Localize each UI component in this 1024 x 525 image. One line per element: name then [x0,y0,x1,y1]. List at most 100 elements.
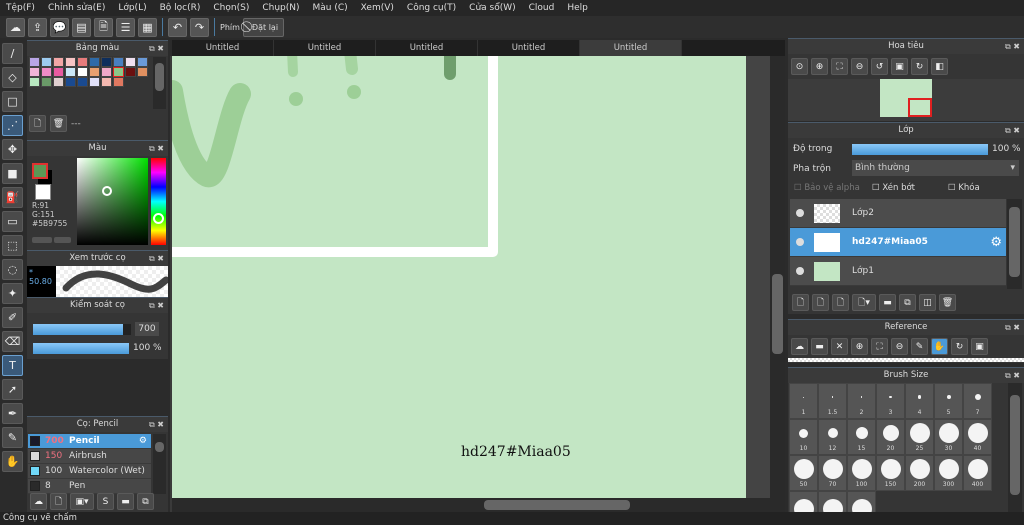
layer-row[interactable]: Lớp1 [790,257,1006,286]
palette-swatch[interactable] [29,67,40,77]
panel-controls[interactable]: ⧉ ✖ [1005,39,1020,54]
palette-swatch[interactable] [53,67,64,77]
menu-item[interactable]: Xem(V) [361,3,394,13]
palette-swatch[interactable] [137,57,148,67]
panel-controls[interactable]: ⧉ ✖ [149,141,164,156]
palette-swatch[interactable] [101,67,112,77]
brush-list-item[interactable]: 150 Airbrush [28,449,151,464]
brush-size-cell[interactable]: 200 [905,455,934,491]
zoom-in-icon[interactable]: ⊕ [811,58,828,75]
menu-item[interactable]: Lớp(L) [118,3,146,13]
color-search-button[interactable] [54,237,71,243]
brush-list-item[interactable]: 700 Pencil ⚙ [28,434,151,449]
lasso-tool[interactable]: ◌ [2,259,23,280]
pen-tool[interactable]: ✒ [2,403,23,424]
brush-script-button[interactable]: S [97,493,114,510]
layer-row[interactable]: hd247#Miaa05 ⚙ [790,228,1006,257]
gradient-tool[interactable]: ▭ [2,211,23,232]
visibility-icon[interactable] [796,209,804,217]
panel-controls[interactable]: ⧉ ✖ [1005,368,1020,383]
text-tool[interactable]: T [2,355,23,376]
menu-item[interactable]: Help [567,3,588,13]
new-palette-button[interactable]: 🗋 [29,115,46,132]
brush-tool[interactable]: ∕ [2,43,23,64]
select-eraser-tool[interactable]: ⌫ [2,331,23,352]
palette-swatch[interactable] [113,67,124,77]
delete-layer-button[interactable]: 🗑 [939,294,956,311]
rotate-reset-icon[interactable]: ▣ [891,58,908,75]
blend-mode-select[interactable]: Bình thường ▾ [852,160,1019,176]
palette-swatch[interactable] [77,77,88,87]
menu-item[interactable]: Chụp(N) [262,3,299,13]
brush-size-cell[interactable]: 40 [963,419,992,455]
cloud-upload-icon[interactable]: ☁ [791,338,808,355]
settings-list-button[interactable]: ☰ [116,17,135,37]
hand-icon[interactable]: ✋ [931,338,948,355]
panel-controls[interactable]: ⧉ ✖ [1005,123,1020,138]
menu-item[interactable]: Cửa sổ(W) [469,3,515,13]
tab-untitled[interactable]: Untitled [376,40,478,56]
navigator-thumbnail[interactable] [880,79,932,117]
rotate-left-icon[interactable]: ↺ [871,58,888,75]
palette-swatch[interactable] [89,57,100,67]
eraser-tool[interactable]: ◇ [2,67,23,88]
duplicate-layer-button[interactable]: ⧉ [899,294,916,311]
color-sv-picker[interactable] [77,158,148,245]
brush-size-slider[interactable] [33,324,131,335]
menu-item[interactable]: Bộ lọc(R) [160,3,201,13]
brush-size-value[interactable]: 700 [135,322,159,336]
brush-list-item[interactable]: 8 Pen [28,479,151,494]
select-pen-tool[interactable]: ✐ [2,307,23,328]
transparent-color-swatch[interactable] [35,184,51,200]
comment-button[interactable]: 💬 [50,17,69,37]
tab-untitled[interactable]: Untitled [580,40,682,56]
zoom-in-icon[interactable]: ⊕ [851,338,868,355]
tab-untitled[interactable]: Untitled [274,40,376,56]
rotate-right-icon[interactable]: ↻ [911,58,928,75]
palette-swatch[interactable] [113,57,124,67]
undo-button[interactable]: ↶ [168,17,187,37]
clip-checkbox[interactable]: ☐ Xén bớt [872,183,948,193]
eyedropper-icon[interactable]: ✎ [911,338,928,355]
palette-swatch[interactable] [101,57,112,67]
menu-item[interactable]: Cloud [529,3,555,13]
fit-icon[interactable]: ⛶ [871,338,888,355]
zoom-out-icon[interactable]: ⊖ [891,338,908,355]
brush-size-cell[interactable]: 1 [789,383,818,419]
palette-swatch[interactable] [77,57,88,67]
brush-size-scrollbar[interactable] [1008,383,1022,513]
document-button[interactable]: 🗎 [94,17,113,37]
palette-swatch[interactable] [137,67,148,77]
lock-checkbox[interactable]: ☐ Khóa [948,183,980,193]
hand-tool[interactable]: ✋ [2,451,23,472]
brush-size-cell[interactable] [847,491,876,513]
palette-swatch[interactable] [89,77,100,87]
color-option-button[interactable] [32,237,52,243]
alpha-protect-checkbox[interactable]: ☐ Bảo vệ alpha [794,183,872,193]
brush-folder-button[interactable]: ▬ [117,493,134,510]
close-icon[interactable]: ✕ [831,338,848,355]
palette-swatch[interactable] [113,77,124,87]
fullscreen-icon[interactable]: ▣ [971,338,988,355]
brush-size-cell[interactable]: 100 [847,455,876,491]
new-color-layer-button[interactable]: 🗋 [812,294,829,311]
visibility-icon[interactable] [796,267,804,275]
visibility-icon[interactable] [796,238,804,246]
palette-scrollbar[interactable] [153,57,166,109]
menu-item[interactable]: Tệp(F) [6,3,35,13]
palette-swatch[interactable] [53,77,64,87]
palette-swatch[interactable] [41,57,52,67]
panel-controls[interactable]: ⧉ ✖ [149,251,164,266]
brush-size-cell[interactable] [789,491,818,513]
operation-tool[interactable]: ➚ [2,379,23,400]
cloud-brush-button[interactable]: ☁ [30,493,47,510]
layer-folder-button[interactable]: ▬ [879,294,896,311]
brush-size-cell[interactable]: 150 [876,455,905,491]
move-tool[interactable]: ✥ [2,139,23,160]
menu-item[interactable]: Chọn(S) [213,3,249,13]
bucket-tool[interactable]: ⛽ [2,187,23,208]
copy-brush-button[interactable]: ⧉ [137,493,154,510]
palette-swatch[interactable] [65,77,76,87]
magic-wand-tool[interactable]: ✦ [2,283,23,304]
zoom-out-icon[interactable]: ⊖ [851,58,868,75]
